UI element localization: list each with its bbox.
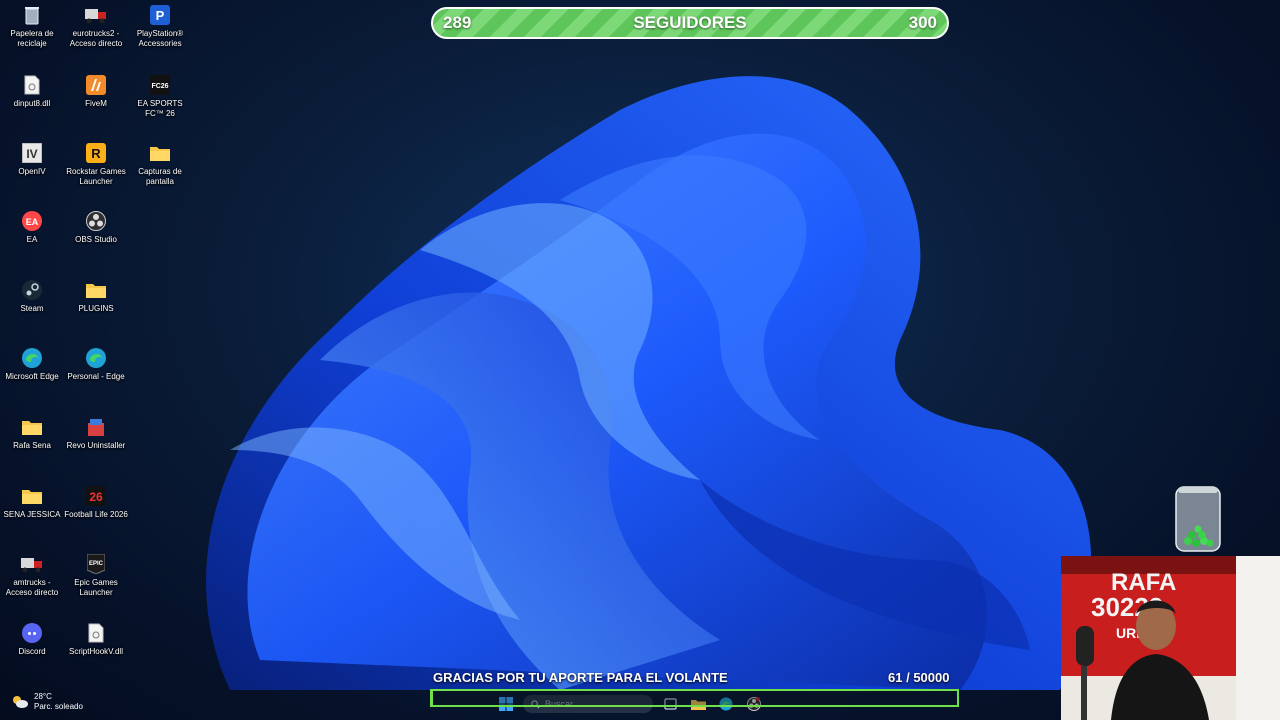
desktop-icon[interactable]: IV OpenIV [0,142,64,177]
rockstar-icon: R [85,142,107,164]
desktop-icon[interactable]: Capturas de pantalla [128,142,192,187]
desktop-icon-label: Rafa Sena [13,441,51,450]
desktop-icon-label: PLUGINS [78,304,114,313]
weather-description: Parc. soleado [34,702,83,711]
discord-icon [21,622,43,644]
desktop-icon[interactable]: FiveM [64,74,128,109]
desktop-icon[interactable]: PLUGINS [64,279,128,314]
desktop-icon[interactable]: Steam [0,279,64,314]
svg-text:P: P [156,8,165,23]
desktop-icon-label: OpenIV [18,167,46,176]
ea-icon: EA [21,210,43,232]
desktop-icon-label: Papelera de reciclaje [10,29,54,48]
desktop-icon[interactable]: OBS Studio [64,210,128,245]
desktop-icon-label: Steam [20,304,44,313]
desktop-icon-label: Football Life 2026 [64,510,128,519]
svg-text:R: R [91,146,101,161]
follower-goal-label: SEGUIDORES [633,13,747,32]
desktop-icon-label: ScriptHookV.dll [69,647,123,656]
folder-icon [149,142,171,164]
desktop-icon[interactable]: Microsoft Edge [0,347,64,382]
donation-separator: / [902,670,914,685]
desktop-icon[interactable]: SENA JESSICA [0,485,64,520]
desktop-icon-label: Capturas de pantalla [138,167,182,186]
desktop-icon-label: Rockstar Games Launcher [66,167,126,186]
desktop-icon-label: eurotrucks2 - Acceso directo [69,29,123,48]
donation-current: 61 [888,670,903,685]
desktop-icon-label: EA SPORTS FC™ 26 [137,99,183,118]
truck-icon [21,553,43,575]
folder-icon [21,485,43,507]
desktop-icon[interactable]: R Rockstar Games Launcher [64,142,128,187]
desktop-icon-label: Discord [18,647,46,656]
football-life-icon: 26 [85,485,107,507]
donation-goal-bar [430,689,959,707]
follower-goal-bar: 289 SEGUIDORES 300 [431,7,949,39]
donation-goal-fill [432,691,433,705]
webcam-image: RAFA 30229 URBAN [1061,556,1280,720]
desktop-icon[interactable]: Revo Uninstaller [64,416,128,451]
desktop-icon-label: Epic Games Launcher [74,578,118,597]
weather-temperature: 28°C [34,692,52,701]
desktop-icon-label: EA [26,235,38,244]
svg-text:EPIC: EPIC [89,561,104,567]
desktop-icon[interactable]: eurotrucks2 - Acceso directo [64,4,128,49]
desktop-icon[interactable]: EA EA [0,210,64,245]
desktop-icon[interactable]: Papelera de reciclaje [0,4,64,49]
folder-icon [21,416,43,438]
follower-current-count: 289 [443,13,472,32]
obs-icon [85,210,107,232]
ea-fc-icon: FC26 [149,74,171,96]
partly-sunny-icon [13,696,28,708]
svg-text:FC26: FC26 [151,83,168,90]
desktop-icon-label: Microsoft Edge [5,372,59,381]
recycle-bin-icon [21,4,43,26]
revo-icon [85,416,107,438]
desktop-icon[interactable]: dinput8.dll [0,74,64,109]
desktop-icon[interactable]: EPIC Epic Games Launcher [64,553,128,598]
fivem-icon [85,74,107,96]
svg-text:IV: IV [26,147,37,161]
donation-goal-message: GRACIAS POR TU APORTE PARA EL VOLANTE [433,670,728,685]
file-icon [21,74,43,96]
donation-goal-count: 61 / 50000 [888,670,949,685]
edge-icon [21,347,43,369]
playstation-icon: P [149,4,171,26]
openiv-icon: IV [21,142,43,164]
tip-jar-icon [1175,486,1221,552]
file-icon [85,622,107,644]
steam-icon [21,279,43,301]
desktop-icon[interactable]: P PlayStation® Accessories [128,4,192,49]
desktop-icon[interactable]: amtrucks - Acceso directo [0,553,64,598]
desktop-icon-label: Revo Uninstaller [66,441,126,450]
weather-widget[interactable]: 28°C Parc. soleado [12,692,83,712]
desktop-icon-label: dinput8.dll [13,99,51,108]
folder-icon [85,279,107,301]
follower-target-count: 300 [908,13,937,32]
svg-text:26: 26 [89,490,103,504]
desktop-icon-label: PlayStation® Accessories [136,29,184,48]
donation-target: 50000 [913,670,950,685]
desktop-icon[interactable]: ScriptHookV.dll [64,622,128,657]
desktop-icon-label: SENA JESSICA [3,510,61,519]
webcam-overlay: RAFA 30229 URBAN [1061,556,1280,720]
desktop-icon[interactable]: Discord [0,622,64,657]
desktop-icon-label: FiveM [85,99,107,108]
truck-icon [85,4,107,26]
edge-icon [85,347,107,369]
svg-text:EA: EA [26,217,39,227]
desktop-icon-label: OBS Studio [75,235,117,244]
desktop-icon[interactable]: Rafa Sena [0,416,64,451]
desktop-icon[interactable]: 26 Football Life 2026 [64,485,128,520]
desktop-icon[interactable]: FC26 EA SPORTS FC™ 26 [128,74,192,119]
epic-games-icon: EPIC [85,553,107,575]
desktop-icon[interactable]: Personal - Edge [64,347,128,382]
desktop-icon-label: Personal - Edge [67,372,125,381]
desktop-icon-label: amtrucks - Acceso directo [5,578,59,597]
